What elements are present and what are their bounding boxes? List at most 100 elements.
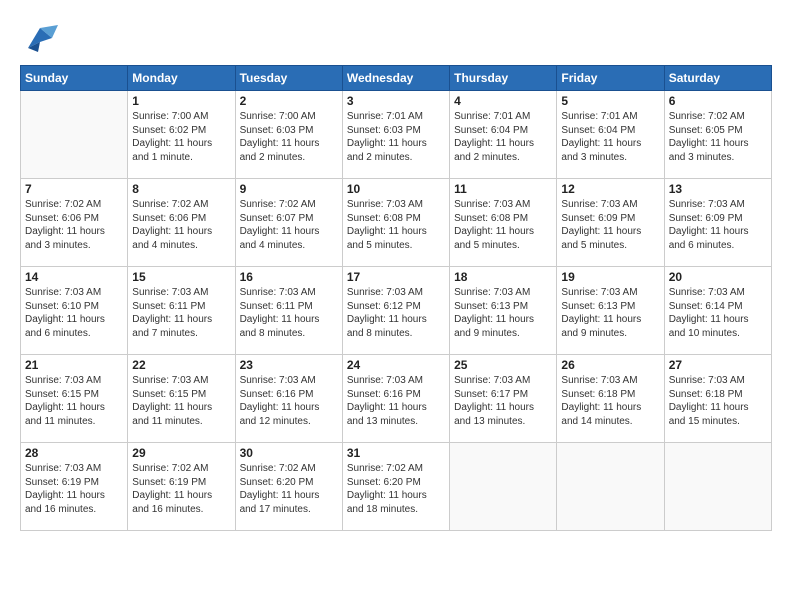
day-info: Sunrise: 7:02 AM Sunset: 6:05 PM Dayligh… (669, 110, 767, 164)
calendar-header-row: SundayMondayTuesdayWednesdayThursdayFrid… (21, 66, 772, 91)
day-number: 15 (132, 270, 230, 284)
day-info: Sunrise: 7:02 AM Sunset: 6:20 PM Dayligh… (240, 462, 338, 516)
day-number: 12 (561, 182, 659, 196)
calendar-cell: 13 Sunrise: 7:03 AM Sunset: 6:09 PM Dayli… (664, 179, 771, 267)
day-info: Sunrise: 7:03 AM Sunset: 6:12 PM Dayligh… (347, 286, 445, 340)
calendar-cell: 3Sunrise: 7:01 AM Sunset: 6:03 PM Daylig… (342, 91, 449, 179)
calendar-cell: 19 Sunrise: 7:03 AM Sunset: 6:13 PM Dayli… (557, 267, 664, 355)
day-info: Sunrise: 7:03 AM Sunset: 6:18 PM Dayligh… (561, 374, 659, 428)
calendar-cell: 15Sunrise: 7:03 AM Sunset: 6:11 PM Dayli… (128, 267, 235, 355)
calendar-cell: 11Sunrise: 7:03 AM Sunset: 6:08 PM Dayli… (450, 179, 557, 267)
day-number: 7 (25, 182, 123, 196)
day-info: Sunrise: 7:00 AM Sunset: 6:02 PM Dayligh… (132, 110, 230, 164)
day-number: 19 (561, 270, 659, 284)
calendar-cell: 6 Sunrise: 7:02 AM Sunset: 6:05 PM Daylig… (664, 91, 771, 179)
calendar-week-3: 21 Sunrise: 7:03 AM Sunset: 6:15 PM Dayli… (21, 355, 772, 443)
day-info: Sunrise: 7:03 AM Sunset: 6:11 PM Dayligh… (240, 286, 338, 340)
day-number: 28 (25, 446, 123, 460)
day-info: Sunrise: 7:03 AM Sunset: 6:19 PM Dayligh… (25, 462, 123, 516)
day-number: 10 (347, 182, 445, 196)
day-number: 8 (132, 182, 230, 196)
calendar-cell: 17 Sunrise: 7:03 AM Sunset: 6:12 PM Dayli… (342, 267, 449, 355)
day-number: 21 (25, 358, 123, 372)
day-number: 27 (669, 358, 767, 372)
day-number: 5 (561, 94, 659, 108)
day-info: Sunrise: 7:03 AM Sunset: 6:17 PM Dayligh… (454, 374, 552, 428)
calendar-cell: 10 Sunrise: 7:03 AM Sunset: 6:08 PM Dayli… (342, 179, 449, 267)
calendar-week-4: 28 Sunrise: 7:03 AM Sunset: 6:19 PM Dayli… (21, 443, 772, 531)
calendar-header-sunday: Sunday (21, 66, 128, 91)
page: SundayMondayTuesdayWednesdayThursdayFrid… (0, 0, 792, 612)
day-number: 25 (454, 358, 552, 372)
day-number: 6 (669, 94, 767, 108)
day-number: 2 (240, 94, 338, 108)
calendar-cell: 30 Sunrise: 7:02 AM Sunset: 6:20 PM Dayli… (235, 443, 342, 531)
calendar-week-0: 1Sunrise: 7:00 AM Sunset: 6:02 PM Daylig… (21, 91, 772, 179)
calendar-cell: 1Sunrise: 7:00 AM Sunset: 6:02 PM Daylig… (128, 91, 235, 179)
day-number: 18 (454, 270, 552, 284)
calendar-cell: 20 Sunrise: 7:03 AM Sunset: 6:14 PM Dayli… (664, 267, 771, 355)
day-number: 24 (347, 358, 445, 372)
day-info: Sunrise: 7:03 AM Sunset: 6:18 PM Dayligh… (669, 374, 767, 428)
calendar-cell (450, 443, 557, 531)
day-number: 26 (561, 358, 659, 372)
calendar-cell: 16Sunrise: 7:03 AM Sunset: 6:11 PM Dayli… (235, 267, 342, 355)
calendar-cell: 27 Sunrise: 7:03 AM Sunset: 6:18 PM Dayli… (664, 355, 771, 443)
day-info: Sunrise: 7:03 AM Sunset: 6:15 PM Dayligh… (25, 374, 123, 428)
calendar-cell: 26 Sunrise: 7:03 AM Sunset: 6:18 PM Dayli… (557, 355, 664, 443)
day-info: Sunrise: 7:03 AM Sunset: 6:10 PM Dayligh… (25, 286, 123, 340)
day-info: Sunrise: 7:02 AM Sunset: 6:07 PM Dayligh… (240, 198, 338, 252)
calendar-cell: 4Sunrise: 7:01 AM Sunset: 6:04 PM Daylig… (450, 91, 557, 179)
day-info: Sunrise: 7:03 AM Sunset: 6:08 PM Dayligh… (454, 198, 552, 252)
day-info: Sunrise: 7:03 AM Sunset: 6:09 PM Dayligh… (561, 198, 659, 252)
calendar-cell: 5 Sunrise: 7:01 AM Sunset: 6:04 PM Daylig… (557, 91, 664, 179)
day-info: Sunrise: 7:03 AM Sunset: 6:16 PM Dayligh… (240, 374, 338, 428)
day-number: 22 (132, 358, 230, 372)
calendar-cell: 12 Sunrise: 7:03 AM Sunset: 6:09 PM Dayli… (557, 179, 664, 267)
day-info: Sunrise: 7:03 AM Sunset: 6:16 PM Dayligh… (347, 374, 445, 428)
calendar-cell: 23 Sunrise: 7:03 AM Sunset: 6:16 PM Dayli… (235, 355, 342, 443)
day-info: Sunrise: 7:00 AM Sunset: 6:03 PM Dayligh… (240, 110, 338, 164)
day-info: Sunrise: 7:03 AM Sunset: 6:09 PM Dayligh… (669, 198, 767, 252)
calendar-week-1: 7 Sunrise: 7:02 AM Sunset: 6:06 PM Daylig… (21, 179, 772, 267)
day-number: 13 (669, 182, 767, 196)
logo (20, 20, 62, 55)
day-info: Sunrise: 7:02 AM Sunset: 6:06 PM Dayligh… (132, 198, 230, 252)
day-info: Sunrise: 7:02 AM Sunset: 6:19 PM Dayligh… (132, 462, 230, 516)
day-info: Sunrise: 7:03 AM Sunset: 6:13 PM Dayligh… (454, 286, 552, 340)
calendar-cell: 24 Sunrise: 7:03 AM Sunset: 6:16 PM Dayli… (342, 355, 449, 443)
calendar-cell: 7 Sunrise: 7:02 AM Sunset: 6:06 PM Daylig… (21, 179, 128, 267)
calendar-header-saturday: Saturday (664, 66, 771, 91)
calendar-cell: 2 Sunrise: 7:00 AM Sunset: 6:03 PM Daylig… (235, 91, 342, 179)
calendar-cell (664, 443, 771, 531)
calendar-cell: 14 Sunrise: 7:03 AM Sunset: 6:10 PM Dayli… (21, 267, 128, 355)
calendar-cell: 18 Sunrise: 7:03 AM Sunset: 6:13 PM Dayli… (450, 267, 557, 355)
day-number: 31 (347, 446, 445, 460)
day-info: Sunrise: 7:01 AM Sunset: 6:04 PM Dayligh… (561, 110, 659, 164)
day-info: Sunrise: 7:02 AM Sunset: 6:06 PM Dayligh… (25, 198, 123, 252)
day-number: 30 (240, 446, 338, 460)
day-number: 14 (25, 270, 123, 284)
day-number: 9 (240, 182, 338, 196)
calendar-week-2: 14 Sunrise: 7:03 AM Sunset: 6:10 PM Dayli… (21, 267, 772, 355)
calendar-cell (21, 91, 128, 179)
day-number: 29 (132, 446, 230, 460)
day-info: Sunrise: 7:03 AM Sunset: 6:13 PM Dayligh… (561, 286, 659, 340)
calendar: SundayMondayTuesdayWednesdayThursdayFrid… (20, 65, 772, 531)
calendar-cell (557, 443, 664, 531)
calendar-cell: 29 Sunrise: 7:02 AM Sunset: 6:19 PM Dayli… (128, 443, 235, 531)
logo-icon (20, 20, 60, 55)
calendar-cell: 8 Sunrise: 7:02 AM Sunset: 6:06 PM Daylig… (128, 179, 235, 267)
day-number: 20 (669, 270, 767, 284)
day-number: 17 (347, 270, 445, 284)
day-info: Sunrise: 7:02 AM Sunset: 6:20 PM Dayligh… (347, 462, 445, 516)
day-info: Sunrise: 7:03 AM Sunset: 6:08 PM Dayligh… (347, 198, 445, 252)
day-number: 23 (240, 358, 338, 372)
calendar-cell: 31 Sunrise: 7:02 AM Sunset: 6:20 PM Dayli… (342, 443, 449, 531)
day-info: Sunrise: 7:03 AM Sunset: 6:14 PM Dayligh… (669, 286, 767, 340)
calendar-header-tuesday: Tuesday (235, 66, 342, 91)
calendar-header-thursday: Thursday (450, 66, 557, 91)
day-info: Sunrise: 7:03 AM Sunset: 6:15 PM Dayligh… (132, 374, 230, 428)
calendar-cell: 25 Sunrise: 7:03 AM Sunset: 6:17 PM Dayli… (450, 355, 557, 443)
day-info: Sunrise: 7:01 AM Sunset: 6:04 PM Dayligh… (454, 110, 552, 164)
